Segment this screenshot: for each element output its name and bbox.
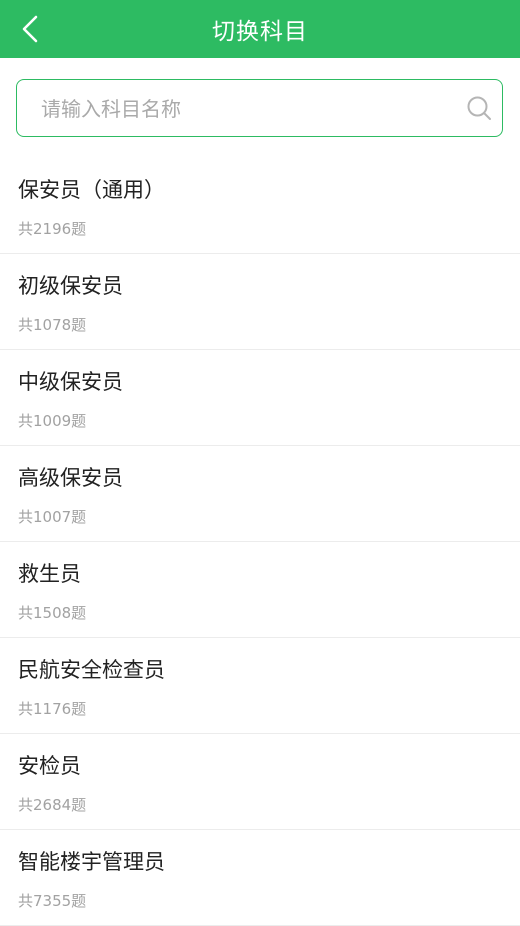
subject-name: 高级保安员	[18, 466, 123, 490]
list-item[interactable]: 智能楼宇管理员 共7355题	[0, 830, 520, 926]
list-item[interactable]: 初级保安员 共1078题	[0, 254, 520, 350]
list-item[interactable]: 保安员（通用） 共2196题	[0, 158, 520, 254]
question-count: 共7355题	[18, 892, 87, 910]
question-count: 共2196题	[18, 220, 87, 238]
subject-name: 中级保安员	[18, 370, 123, 394]
list-item[interactable]: 高级保安员 共1007题	[0, 446, 520, 542]
list-item[interactable]: 救生员 共1508题	[0, 542, 520, 638]
search-box	[16, 79, 503, 137]
question-count: 共1508题	[18, 604, 87, 622]
chevron-left-icon	[22, 15, 38, 43]
subject-name: 安检员	[18, 754, 81, 778]
question-count: 共1078题	[18, 316, 87, 334]
subject-name: 初级保安员	[18, 274, 123, 298]
back-button[interactable]	[10, 9, 50, 49]
subject-name: 民航安全检查员	[18, 658, 165, 682]
list-item[interactable]: 中级保安员 共1009题	[0, 350, 520, 446]
top-bar: 切换科目	[0, 0, 520, 58]
search-input[interactable]	[39, 80, 463, 137]
subject-name: 智能楼宇管理员	[18, 850, 165, 874]
list-item[interactable]: 安检员 共2684题	[0, 734, 520, 830]
question-count: 共1009题	[18, 412, 87, 430]
question-count: 共1176题	[18, 700, 87, 718]
page-title: 切换科目	[212, 19, 308, 45]
subject-name: 保安员（通用）	[18, 178, 165, 202]
question-count: 共2684题	[18, 796, 87, 814]
question-count: 共1007题	[18, 508, 87, 526]
search-icon[interactable]	[466, 95, 492, 121]
subject-list: 保安员（通用） 共2196题 初级保安员 共1078题 中级保安员 共1009题…	[0, 158, 520, 926]
subject-name: 救生员	[18, 562, 81, 586]
list-item[interactable]: 民航安全检查员 共1176题	[0, 638, 520, 734]
